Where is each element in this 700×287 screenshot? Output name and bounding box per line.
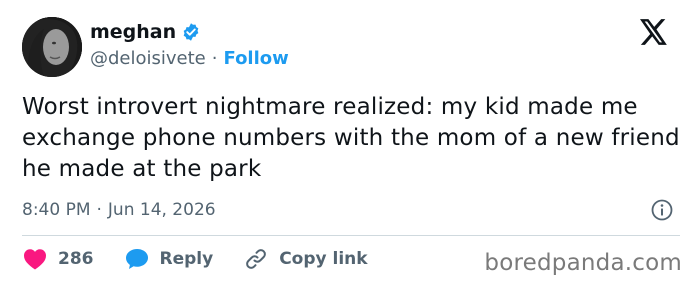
copy-link-button[interactable]: Copy link [243, 246, 368, 272]
follow-button[interactable]: Follow [224, 48, 289, 69]
tweet-timestamp[interactable]: 8:40 PM · Jun 14, 2026 [22, 200, 216, 220]
reply-button[interactable]: Reply [124, 246, 214, 272]
divider [22, 235, 680, 236]
watermark: boredpanda.com [484, 250, 682, 276]
copy-link-label: Copy link [279, 249, 368, 269]
author-display-name[interactable]: meghan [90, 21, 176, 43]
heart-icon [22, 246, 48, 272]
timestamp-separator: · [96, 200, 102, 220]
author-handle[interactable]: @deloisivete [90, 48, 206, 69]
info-icon[interactable] [650, 198, 674, 222]
tweet-text: Worst introvert nightmare realized: my k… [22, 94, 680, 182]
reply-label: Reply [159, 249, 214, 269]
speech-bubble-icon [124, 246, 150, 272]
tweet-date: Jun 14, 2026 [107, 200, 216, 220]
author-handle-row: @deloisivete · Follow [90, 48, 289, 69]
like-button[interactable]: 286 [22, 246, 94, 272]
like-count: 286 [58, 249, 94, 269]
tweet-time: 8:40 PM [22, 200, 91, 220]
avatar[interactable] [22, 17, 82, 77]
author-name-row: meghan [90, 21, 201, 43]
verified-badge-icon [181, 22, 201, 42]
x-logo-icon[interactable] [640, 19, 668, 45]
tweet-actions: 286 Reply Copy link [22, 246, 398, 272]
link-icon [243, 246, 269, 272]
handle-separator: · [211, 48, 218, 69]
